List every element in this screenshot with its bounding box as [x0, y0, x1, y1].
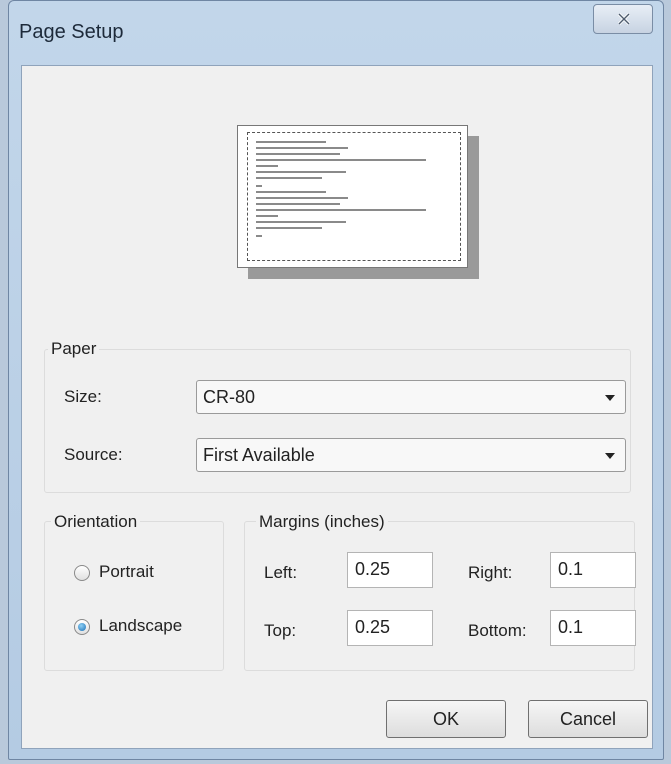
right-margin-label: Right:	[468, 563, 513, 582]
landscape-label[interactable]: Landscape	[99, 616, 182, 636]
top-margin-input[interactable]: 0.25	[347, 610, 433, 646]
source-label: Source:	[64, 445, 123, 464]
window-title: Page Setup	[19, 21, 124, 43]
close-icon	[618, 13, 630, 25]
ok-button[interactable]: OK	[386, 700, 506, 738]
orientation-group-label: Orientation	[51, 512, 141, 532]
page-preview	[237, 125, 468, 268]
paper-size-value: CR-80	[203, 387, 256, 407]
cancel-button[interactable]: Cancel	[528, 700, 648, 738]
title-bar[interactable]: Page Setup	[9, 1, 663, 63]
paper-source-select[interactable]: First Available	[196, 438, 626, 472]
chevron-down-icon	[605, 395, 615, 401]
margins-group	[244, 521, 635, 671]
right-margin-input[interactable]: 0.1	[550, 552, 636, 588]
left-margin-label: Left:	[264, 563, 298, 582]
dialog-client-area: Paper Size: CR-80 Source: First Availabl…	[21, 65, 653, 749]
margins-group-label: Margins (inches)	[256, 512, 388, 532]
preview-margin-outline	[247, 132, 461, 261]
top-margin-label: Top:	[264, 621, 297, 640]
bottom-margin-input[interactable]: 0.1	[550, 610, 636, 646]
page-setup-window: Page Setup Paper Size: CR-80 Source: Fir…	[8, 0, 664, 760]
portrait-label[interactable]: Portrait	[99, 562, 154, 582]
portrait-radio[interactable]	[74, 565, 90, 581]
close-button[interactable]	[593, 4, 653, 34]
bottom-margin-label: Bottom:	[468, 621, 527, 640]
landscape-radio[interactable]	[74, 619, 90, 635]
chevron-down-icon	[605, 453, 615, 459]
size-label: Size:	[64, 387, 102, 406]
paper-group-label: Paper	[48, 339, 100, 359]
left-margin-input[interactable]: 0.25	[347, 552, 433, 588]
paper-size-select[interactable]: CR-80	[196, 380, 626, 414]
orientation-group	[44, 521, 224, 671]
paper-source-value: First Available	[203, 445, 315, 465]
